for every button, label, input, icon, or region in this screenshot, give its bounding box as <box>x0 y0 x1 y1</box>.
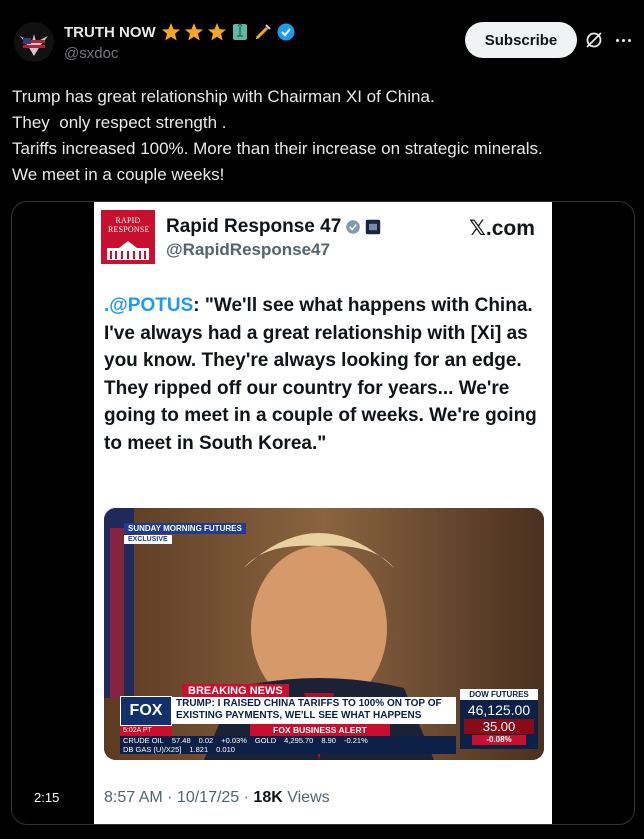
dow-futures-box: DOW FUTURES 46,125.00 35.00 -0.08% <box>460 689 538 749</box>
market-ticker: CRUDE OIL 57.48 0.02 +0.03% GOLD 4,295.7… <box>120 736 456 754</box>
logo-text: RAPID RESPONSE <box>108 216 150 234</box>
post-text-line: We meet in a couple weeks! <box>12 165 225 184</box>
statue-of-liberty-icon <box>232 23 247 40</box>
dow-label: DOW FUTURES <box>460 689 538 700</box>
verified-icon <box>277 23 295 41</box>
show-name: SUNDAY MORNING FUTURES <box>124 523 246 534</box>
post-text-line: Trump has great relationship with Chairm… <box>12 87 435 106</box>
embedded-author-display-name: Rapid Response 47 <box>166 216 342 237</box>
ticker-item: 1.821 <box>189 745 209 754</box>
quote-text: : "We'll see what happens with China. I'… <box>104 295 537 454</box>
ticker-item: +0.03% <box>221 736 247 745</box>
more-icon[interactable] <box>612 30 634 50</box>
embedded-post-meta: 8:57 AM · 10/17/25 · 18K Views <box>104 789 330 807</box>
broadcast-time: 5:02A PT <box>120 726 172 736</box>
broadcast-frame: SUNDAY MORNING FUTURES EXCLUSIVE BREAKIN… <box>104 508 544 760</box>
author-display-name[interactable]: TRUTH NOW <box>64 24 156 41</box>
views-label: Views <box>287 789 330 806</box>
white-house-icon <box>107 241 149 260</box>
ticker-item: GOLD <box>254 736 277 745</box>
video-player[interactable]: RAPID RESPONSE Rapid Response 47 @RapidR… <box>11 201 635 825</box>
rapid-response-logo: RAPID RESPONSE <box>101 210 155 264</box>
exclusive-tag: EXCLUSIVE <box>124 535 172 544</box>
fox-business-logo: FOX <box>120 696 172 726</box>
post-text-line: They only respect strength . <box>12 113 227 132</box>
post-text-line: Tariffs increased 100%. More than their … <box>12 139 543 158</box>
grok-icon[interactable] <box>584 30 604 50</box>
post-time: 8:57 AM <box>104 789 163 806</box>
embedded-quote: .@POTUS: "We'll see what happens with Ch… <box>104 292 544 457</box>
ticker-item: DB GAS (U)/X25] <box>123 745 182 754</box>
breaking-news-banner: BREAKING NEWS <box>182 684 289 698</box>
chyron: BREAKING NEWS FOX TRUMP: I RAISED CHINA … <box>120 684 540 754</box>
author-name-row: TRUTH NOW <box>64 22 296 42</box>
subscribe-button[interactable]: Subscribe <box>465 22 577 58</box>
syringe-icon <box>255 24 271 40</box>
x-com-label: 𝕏.com <box>469 217 535 240</box>
ticker-item: CRUDE OIL <box>123 736 164 745</box>
dow-percent: -0.08% <box>472 735 526 745</box>
potus-mention: .@POTUS <box>104 295 194 316</box>
avatar[interactable] <box>14 22 54 62</box>
star-icon <box>207 23 226 41</box>
ticker-item: 57.48 <box>171 736 191 745</box>
separator: · <box>239 789 254 806</box>
embedded-author-name: Rapid Response 47 <box>166 216 381 238</box>
ticker-item: 8.90 <box>321 736 336 745</box>
eagle-flag-icon <box>14 22 54 62</box>
ticker-item: 0.010 <box>216 745 235 754</box>
star-icon <box>161 23 180 41</box>
author-handle[interactable]: @sxdoc <box>64 45 118 62</box>
separator: · <box>162 789 177 806</box>
embedded-author-handle: @RapidResponse47 <box>166 240 330 259</box>
dow-change: 35.00 <box>464 719 534 734</box>
post-text: Trump has great relationship with Chairm… <box>12 84 632 188</box>
fox-business-alert: FOX BUSINESS ALERT <box>250 724 390 736</box>
fox-logo-text: FOX <box>129 702 163 719</box>
star-icon <box>184 23 203 41</box>
ticker-item: 4,295.70 <box>284 736 314 745</box>
embedded-post-card: RAPID RESPONSE Rapid Response 47 @RapidR… <box>94 202 552 824</box>
chyron-headline: TRUMP: I RAISED CHINA TARIFFS TO 100% ON… <box>172 697 456 724</box>
post-date: 10/17/25 <box>176 789 240 806</box>
video-duration: 2:15 <box>28 788 66 807</box>
dow-value: 46,125.00 <box>467 702 531 718</box>
post-header: TRUTH NOW @sxdoc Subscribe <box>14 18 634 66</box>
view-count: 18K <box>253 789 283 806</box>
gray-verified-icon <box>346 220 361 234</box>
ticker-item: -0.21% <box>343 736 368 745</box>
government-badge-icon <box>366 219 381 235</box>
ticker-item: 0.02 <box>198 736 214 745</box>
